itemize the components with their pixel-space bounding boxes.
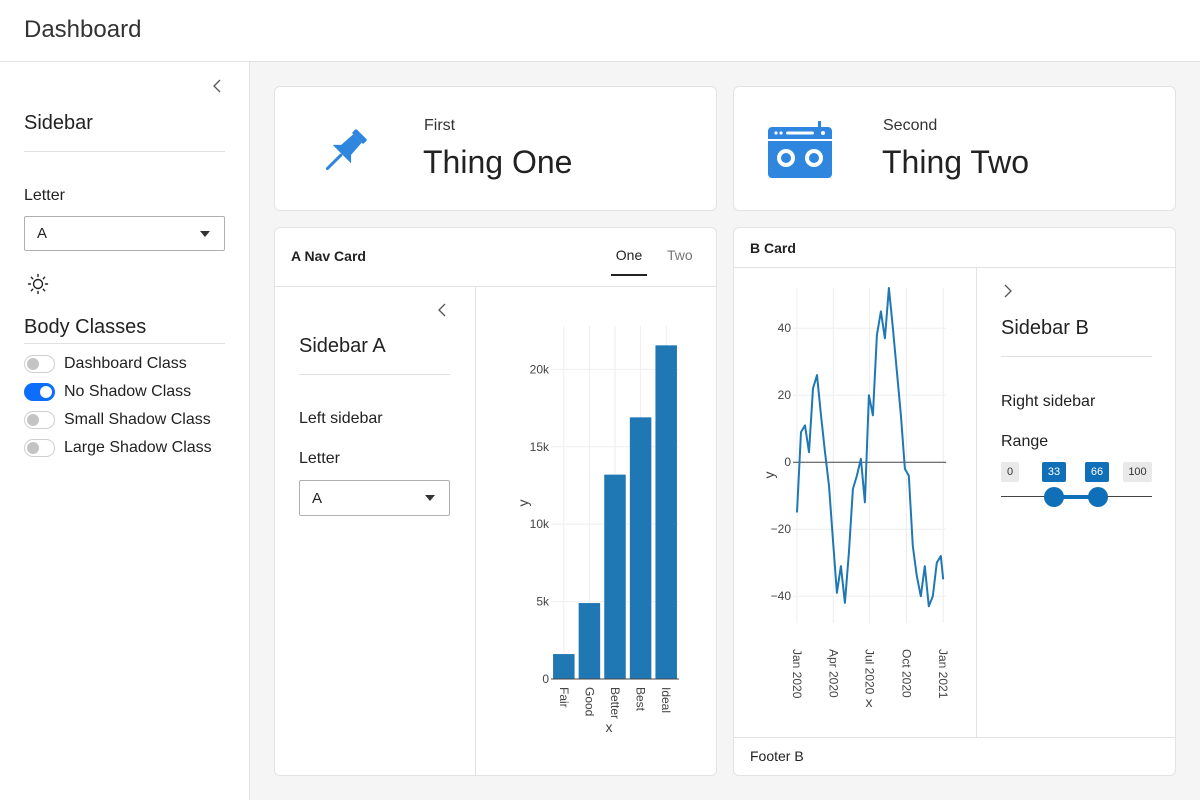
bar (553, 654, 575, 679)
page-title: Dashboard (24, 16, 142, 43)
toggle-switch[interactable] (24, 383, 55, 401)
value-box-second: Second Thing Two (733, 86, 1176, 211)
switch-label: Large Shadow Class (64, 439, 212, 456)
letter-select-value: A (37, 225, 48, 242)
y-axis-title: y (515, 500, 531, 507)
y-tick-label: 0 (542, 672, 549, 686)
boombox-icon (768, 121, 832, 178)
bar (604, 474, 626, 679)
sidebar-a-text: Left sidebar (299, 410, 383, 427)
main-sidebar: Sidebar Letter A Body Classes Dashboard … (0, 62, 250, 800)
y-tick-label: 20k (530, 362, 550, 376)
sidebar-a: Sidebar A Left sidebar Letter A (275, 287, 475, 775)
toggle-knob (40, 386, 52, 398)
letter-label: Letter (24, 187, 65, 204)
toggle-knob (27, 414, 39, 426)
letter-select-value: A (312, 489, 323, 507)
range-slider-handle-from[interactable] (1044, 487, 1064, 507)
y-tick-label: 15k (530, 440, 550, 454)
tab-two[interactable]: Two (667, 247, 693, 263)
sidebar-b-heading: Sidebar B (1001, 317, 1089, 339)
range-slider-handle-to[interactable] (1088, 487, 1108, 507)
toggle-switch[interactable] (24, 411, 55, 429)
range-from-badge: 33 (1042, 462, 1066, 482)
footer-text: Footer B (750, 748, 804, 764)
nav-card-a: A Nav Card One Two Sidebar A Left sideba… (274, 227, 717, 776)
tab-one[interactable]: One (611, 247, 647, 276)
x-tick-label: Ideal (659, 687, 673, 713)
chevron-down-icon (425, 495, 435, 501)
y-tick-label: −40 (771, 589, 792, 603)
value-box-subtitle: Second (883, 117, 938, 134)
switch-large-shadow-class[interactable]: Large Shadow Class (24, 436, 212, 460)
card-title: A Nav Card (291, 248, 366, 264)
pushpin-icon (325, 129, 367, 171)
x-tick-label: Better (608, 687, 622, 719)
toggle-switch[interactable] (24, 439, 55, 457)
divider (24, 151, 225, 152)
x-tick-label: Apr 2020 (826, 649, 840, 698)
x-tick-label: Jan 2021 (936, 649, 950, 699)
expand-sidebar-icon[interactable] (999, 283, 1015, 299)
bar (655, 345, 677, 679)
value-box-first: First Thing One (274, 86, 717, 211)
collapse-sidebar-icon[interactable] (435, 302, 451, 318)
switch-dashboard-class[interactable]: Dashboard Class (24, 352, 187, 376)
range-to-badge: 66 (1085, 462, 1109, 482)
card-b: B Card Jan 2020 Apr 2020 Jul 2020 Oct 2020 J… (733, 227, 1176, 776)
sidebar-b: Sidebar B Right sidebar Range 0 33 66 10… (977, 268, 1175, 738)
toggle-switch[interactable] (24, 355, 55, 373)
range-max-badge: 100 (1123, 462, 1152, 482)
bar (629, 417, 652, 679)
value-box-subtitle: First (424, 117, 456, 134)
letter-select[interactable]: A (299, 480, 450, 516)
x-tick-label: Oct 2020 (899, 649, 913, 698)
toggle-knob (27, 358, 39, 370)
switch-label: Small Shadow Class (64, 411, 211, 428)
range-min-badge: 0 (1001, 462, 1019, 482)
line-chart: Jan 2020 Apr 2020 Jul 2020 Oct 2020 Jan 2021… (761, 287, 950, 710)
switch-label: No Shadow Class (64, 383, 192, 400)
nav-card-header: A Nav Card One Two (275, 228, 716, 287)
letter-select[interactable]: A (24, 216, 225, 251)
top-navbar: Dashboard (0, 0, 1200, 62)
divider (299, 374, 450, 375)
toggle-knob (27, 442, 39, 454)
x-axis-title: x (606, 719, 613, 735)
y-tick-label: 0 (784, 455, 791, 469)
x-tick-label: Jan 2020 (790, 649, 804, 699)
divider (1001, 356, 1152, 357)
value-box-value: Thing One (423, 144, 573, 180)
y-axis-title: y (761, 472, 777, 479)
card-b-footer: Footer B (734, 737, 1175, 775)
card-b-header: B Card (734, 228, 1175, 268)
sidebar-heading: Sidebar (24, 112, 93, 134)
divider (24, 343, 225, 344)
chevron-down-icon (200, 230, 210, 237)
x-tick-label: Fair (557, 687, 571, 708)
collapse-sidebar-icon[interactable] (210, 78, 226, 94)
y-tick-label: 5k (536, 595, 550, 609)
body-classes-heading: Body Classes (24, 316, 147, 338)
switch-label: Dashboard Class (64, 355, 187, 372)
y-tick-label: 40 (778, 321, 792, 335)
x-tick-label: Best (634, 687, 648, 712)
letter-label: Letter (299, 450, 340, 467)
y-tick-label: 10k (530, 517, 550, 531)
y-tick-label: −20 (771, 522, 792, 536)
card-title: B Card (750, 240, 796, 256)
sidebar-a-heading: Sidebar A (299, 335, 386, 357)
x-tick-label: Jul 2020 (863, 649, 877, 695)
value-box-value: Thing Two (882, 144, 1030, 180)
switch-small-shadow-class[interactable]: Small Shadow Class (24, 408, 211, 432)
range-label: Range (1001, 433, 1049, 450)
sun-icon[interactable] (27, 273, 49, 295)
y-tick-label: 20 (778, 388, 792, 402)
bar-chart: 0 5k 10k 15k 20k Fair Good Better Best Ideal x y (515, 326, 679, 735)
switch-no-shadow-class[interactable]: No Shadow Class (24, 380, 191, 404)
sidebar-b-text: Right sidebar (1001, 393, 1096, 410)
bar (578, 603, 601, 679)
x-axis-title: x (866, 694, 873, 710)
x-tick-label: Good (582, 687, 596, 716)
